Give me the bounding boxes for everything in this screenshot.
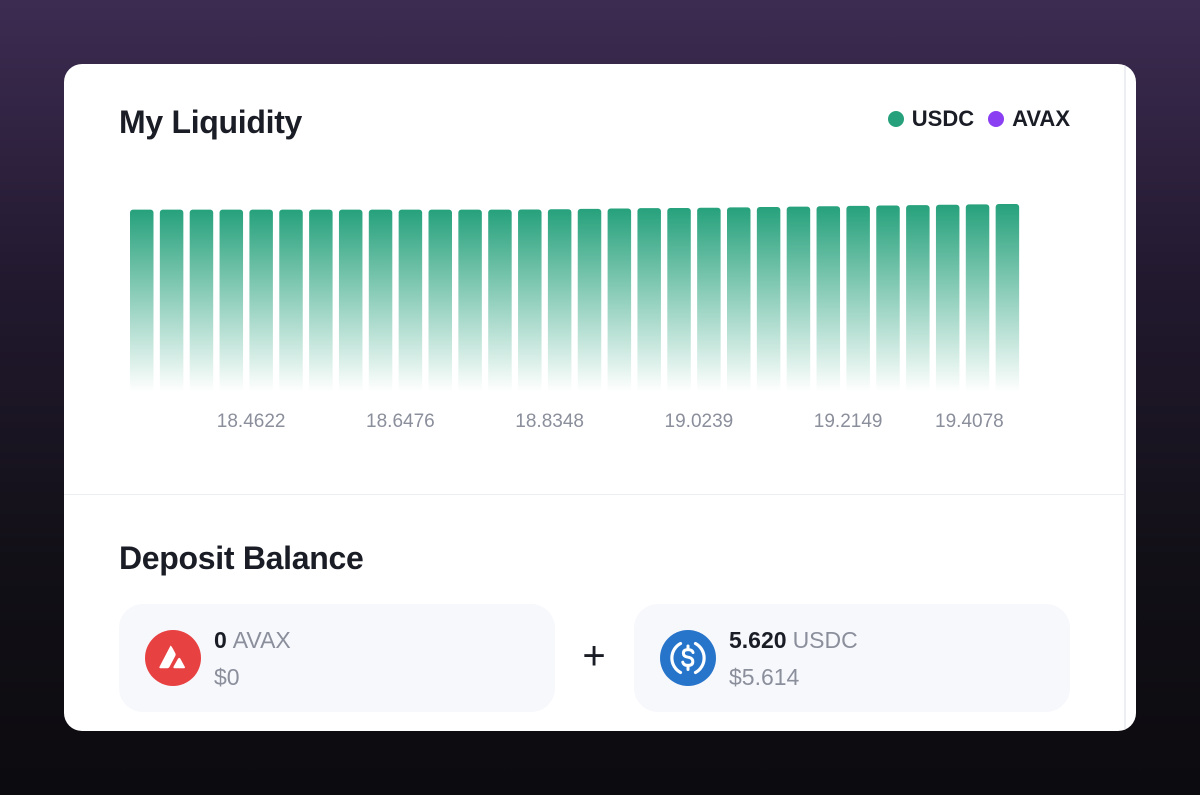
liquidity-card: My Liquidity USDC AVAX 18.4622 18.6476 18.… xyxy=(64,64,1136,731)
usdc-bar[interactable] xyxy=(876,205,900,392)
deposit-balance-title: Deposit Balance xyxy=(119,540,364,576)
x-tick-label: 18.8348 xyxy=(515,411,584,432)
x-tick-label: 19.2149 xyxy=(814,411,883,432)
usdc-bar[interactable] xyxy=(130,209,154,392)
usdc-logo-icon xyxy=(660,630,716,686)
section-divider xyxy=(64,494,1124,495)
avax-logo-icon xyxy=(145,630,201,686)
x-tick-label: 19.4078 xyxy=(935,411,1004,432)
usdc-bar[interactable] xyxy=(518,209,542,392)
usdc-bar[interactable] xyxy=(309,209,333,392)
usdc-bar[interactable] xyxy=(756,207,781,392)
usdc-bar[interactable] xyxy=(368,209,393,392)
usdc-bar[interactable] xyxy=(577,208,602,392)
x-tick-label: 19.0239 xyxy=(665,411,734,432)
x-tick-label: 18.4622 xyxy=(217,411,286,432)
usdc-amount: 5.620 USDC xyxy=(729,627,858,654)
usdc-bar[interactable] xyxy=(846,205,870,392)
usdc-bar[interactable] xyxy=(697,207,721,392)
usdc-bar[interactable] xyxy=(159,209,184,392)
usdc-bar[interactable] xyxy=(338,209,363,392)
avax-balance-card: 0 AVAX $0 xyxy=(119,604,555,712)
usdc-usd-value: $5.614 xyxy=(729,664,800,690)
avax-amount-symbol: AVAX xyxy=(232,627,291,653)
usdc-bar[interactable] xyxy=(816,206,841,392)
liquidity-bar-chart: 18.4622 18.6476 18.8348 19.0239 19.2149 19.40… xyxy=(130,204,1020,432)
usdc-bar[interactable] xyxy=(189,209,214,392)
usdc-bar[interactable] xyxy=(279,209,303,392)
usdc-bar[interactable] xyxy=(219,209,244,392)
usdc-bar[interactable] xyxy=(786,206,811,392)
usdc-bar[interactable] xyxy=(249,209,273,392)
usdc-balance-card: 5.620 USDC $5.614 xyxy=(634,604,1070,712)
usdc-bar[interactable] xyxy=(428,209,453,392)
usdc-bar[interactable] xyxy=(637,208,661,392)
usdc-bar[interactable] xyxy=(667,207,691,392)
plus-separator: + xyxy=(582,634,606,678)
usdc-amount-value: 5.620 xyxy=(729,627,787,653)
usdc-bar[interactable] xyxy=(398,209,423,392)
usdc-bar[interactable] xyxy=(607,208,632,392)
avax-amount: 0 AVAX xyxy=(214,627,291,654)
usdc-bar[interactable] xyxy=(965,204,990,392)
usdc-bar[interactable] xyxy=(906,205,930,392)
usdc-bar[interactable] xyxy=(935,204,960,392)
usdc-bar[interactable] xyxy=(488,209,512,392)
usdc-bar[interactable] xyxy=(995,204,1020,392)
usdc-bar[interactable] xyxy=(727,207,751,392)
usdc-amount-symbol: USDC xyxy=(792,627,858,653)
avax-usd-value: $0 xyxy=(214,664,240,690)
usdc-bar[interactable] xyxy=(458,209,482,392)
avax-amount-value: 0 xyxy=(214,627,227,653)
usdc-bar[interactable] xyxy=(547,209,572,392)
x-tick-label: 18.6476 xyxy=(366,411,435,432)
